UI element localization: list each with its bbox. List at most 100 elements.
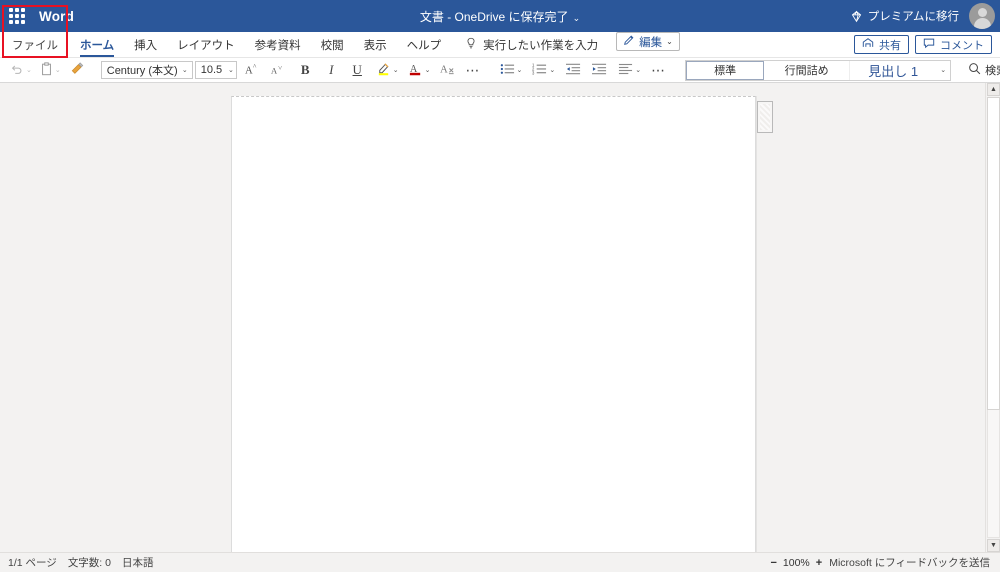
svg-text:˅: ˅	[278, 63, 282, 71]
bullet-list-button[interactable]: ⌄	[498, 60, 525, 81]
zoom-in-button[interactable]: +	[816, 557, 822, 569]
send-feedback-link[interactable]: Microsoft にフィードバックを送信	[829, 555, 990, 570]
comment-label: コメント	[940, 39, 984, 52]
ribbon-tab-bar: ファイル ホーム 挿入 レイアウト 参考資料 校閲 表示 ヘルプ 実行したい作業…	[0, 5, 1000, 58]
bold-button[interactable]: B	[296, 60, 315, 81]
share-label: 共有	[879, 39, 901, 52]
chevron-down-icon: ⌄	[54, 67, 61, 74]
document-title[interactable]: 文書 - OneDrive に保存完了 ⌄	[420, 8, 580, 25]
tab-review[interactable]: 校閲	[311, 32, 354, 57]
search-icon	[968, 62, 981, 78]
tab-layout[interactable]: レイアウト	[167, 32, 245, 57]
avatar[interactable]	[969, 3, 995, 29]
status-bar-left: 1/1 ページ 文字数: 0 日本語	[0, 555, 154, 570]
tab-home[interactable]: ホーム	[70, 32, 124, 57]
chevron-down-icon[interactable]: ⌄	[393, 66, 399, 74]
chevron-down-icon[interactable]: ⌄	[226, 66, 236, 74]
comment-icon	[923, 37, 935, 52]
share-button[interactable]: 共有	[854, 35, 909, 54]
scrollbar-thumb[interactable]	[987, 97, 1000, 410]
style-item-heading1[interactable]: 見出し 1	[850, 61, 936, 80]
lightbulb-icon	[465, 37, 477, 53]
numbered-list-button[interactable]: 1 2 3 ⌄	[530, 60, 557, 81]
underline-button[interactable]: U	[348, 60, 367, 81]
undo-button[interactable]: ⌄	[8, 60, 34, 81]
shrink-font-icon: A ˅	[271, 62, 287, 79]
tabbar-right-group: 共有 コメント	[854, 32, 1000, 57]
page-side-handle-texture	[760, 104, 770, 130]
font-size-value: 10.5	[200, 64, 223, 76]
paragraph-more-options-button[interactable]: ⋯	[649, 60, 668, 81]
upgrade-premium-button[interactable]: プレミアムに移行	[850, 8, 959, 24]
align-button[interactable]: ⌄	[616, 60, 643, 81]
chevron-down-icon: ⌄	[666, 37, 673, 46]
grow-font-button[interactable]: A ^	[243, 60, 263, 81]
increase-indent-button[interactable]	[590, 60, 609, 81]
increase-indent-icon	[592, 62, 607, 79]
scroll-up-arrow-icon[interactable]: ▲	[987, 83, 1000, 96]
word-online-window: Word 文書 - OneDrive に保存完了 ⌄ プレミアムに移行 ファイル…	[0, 0, 1000, 572]
document-page[interactable]	[231, 96, 756, 570]
clear-formatting-icon: A	[440, 61, 456, 79]
tab-label-insert: 挿入	[134, 39, 158, 52]
font-color-button[interactable]: A ⌄	[406, 60, 433, 81]
page-side-handle[interactable]	[757, 101, 773, 133]
styles-gallery-expand[interactable]: ⌄	[936, 61, 950, 80]
sidebar-item-file[interactable]: ファイル	[0, 5, 70, 58]
font-more-options-button[interactable]: ⋯	[464, 60, 483, 81]
italic-label: I	[329, 62, 334, 77]
document-canvas[interactable]	[0, 83, 1000, 570]
comment-button[interactable]: コメント	[915, 35, 992, 54]
language-status[interactable]: 日本語	[122, 555, 154, 570]
zoom-level-label[interactable]: 100%	[783, 557, 810, 569]
status-bar-right: − 100% + Microsoft にフィードバックを送信	[770, 555, 1000, 570]
style-label-normal: 標準	[714, 65, 737, 77]
font-name-combo[interactable]: Century (本文) ⌄	[100, 61, 193, 79]
style-label-heading1: 見出し 1	[868, 63, 919, 79]
tab-insert[interactable]: 挿入	[124, 32, 167, 57]
page-count-status[interactable]: 1/1 ページ	[8, 555, 57, 570]
format-painter-button[interactable]	[68, 60, 87, 81]
title-bar: Word 文書 - OneDrive に保存完了 ⌄ プレミアムに移行	[0, 0, 1000, 32]
tab-label-help: ヘルプ	[406, 39, 442, 52]
font-size-combo[interactable]: 10.5 ⌄	[194, 61, 237, 79]
chevron-down-icon[interactable]: ⌄	[178, 66, 192, 74]
chevron-down-icon[interactable]: ⌄	[425, 66, 431, 74]
styles-gallery: 標準 行間詰め 見出し 1 ⌄	[685, 59, 952, 81]
chevron-down-icon[interactable]: ⌄	[549, 66, 555, 74]
pencil-icon	[623, 34, 635, 49]
paste-button[interactable]: ⌄	[38, 60, 63, 81]
tab-label-references: 参考資料	[254, 39, 301, 52]
svg-text:A: A	[271, 65, 278, 75]
chevron-down-icon: ⌄	[572, 12, 581, 23]
home-ribbon-toolbar: ⌄ ⌄ Century (本文) ⌄ 10.5 ⌄ A ^ A ˅ B I U …	[0, 58, 1000, 83]
scroll-down-arrow-icon[interactable]: ▼	[987, 539, 1000, 552]
vertical-scrollbar[interactable]: ▲ ▼	[985, 83, 1000, 552]
text-highlight-button[interactable]: ⌄	[374, 60, 401, 81]
editing-mode-button[interactable]: 編集 ⌄	[616, 32, 680, 51]
tab-references[interactable]: 参考資料	[245, 32, 311, 57]
italic-button[interactable]: I	[322, 60, 341, 81]
tab-label-layout: レイアウト	[177, 39, 235, 52]
word-count-status[interactable]: 文字数: 0	[68, 555, 111, 570]
zoom-out-button[interactable]: −	[770, 557, 776, 569]
tell-me-search[interactable]: 実行したい作業を入力	[451, 32, 610, 57]
find-button[interactable]: 検索 ⌄	[962, 60, 1000, 81]
scrollbar-track[interactable]	[987, 410, 1000, 538]
chevron-down-icon[interactable]: ⌄	[517, 66, 523, 74]
style-item-no-spacing[interactable]: 行間詰め	[764, 60, 851, 80]
bold-label: B	[300, 62, 310, 77]
tab-help[interactable]: ヘルプ	[397, 32, 452, 57]
style-item-normal[interactable]: 標準	[686, 60, 765, 80]
tab-view[interactable]: 表示	[354, 32, 397, 57]
tab-label-review: 校閲	[320, 39, 344, 52]
app-launcher-icon[interactable]	[9, 8, 25, 24]
chevron-down-icon[interactable]: ⌄	[635, 66, 641, 74]
ribbon-group-clipboard: ⌄ ⌄	[8, 58, 87, 83]
decrease-indent-icon	[566, 62, 581, 79]
status-bar: 1/1 ページ 文字数: 0 日本語 − 100% + Microsoft にフ…	[0, 552, 1000, 572]
clear-formatting-button[interactable]: A	[438, 60, 458, 81]
decrease-indent-button[interactable]	[564, 60, 583, 81]
undo-icon	[10, 62, 24, 79]
shrink-font-button[interactable]: A ˅	[269, 60, 289, 81]
